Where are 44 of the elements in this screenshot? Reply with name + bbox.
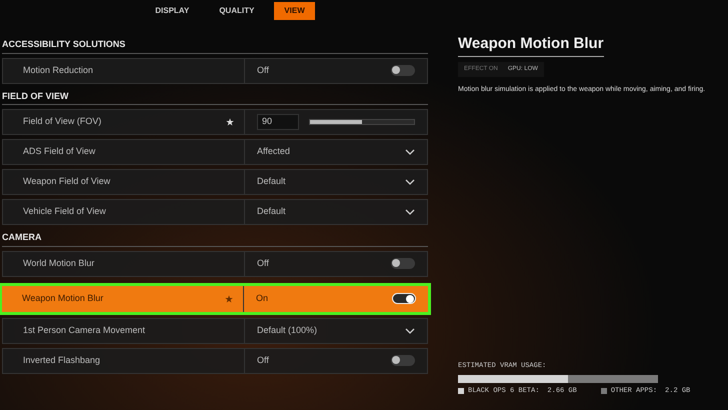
setting-row[interactable]: Weapon Motion Blur On	[2, 286, 428, 312]
slider-fill[interactable]	[310, 120, 362, 124]
tab[interactable]: VIEW	[274, 2, 315, 20]
value-field[interactable]: 90	[257, 114, 299, 130]
setting-value: On	[256, 292, 268, 305]
slider-track[interactable]	[309, 119, 415, 125]
setting-label: World Motion Blur	[23, 256, 94, 270]
setting-label: Vehicle Field of View	[23, 205, 106, 218]
setting-row[interactable]: Inverted Flashbang Off	[2, 348, 428, 374]
setting-value: Off	[257, 256, 269, 270]
setting-row[interactable]: Vehicle Field of View Default	[2, 199, 428, 225]
chevron-down-icon	[405, 149, 415, 155]
toggle-switch[interactable]	[391, 355, 415, 366]
setting-row[interactable]: 1st Person Camera Movement Default (100%)	[2, 318, 428, 344]
tab[interactable]: DISPLAY	[145, 2, 200, 20]
section-heading: FIELD OF VIEW	[2, 90, 428, 105]
setting-value: Affected	[257, 145, 290, 158]
setting-row[interactable]: ADS Field of View Affected	[2, 139, 428, 165]
setting-value: Default (100%)	[257, 324, 318, 337]
chevron-down-icon	[405, 328, 415, 334]
setting-row[interactable]: Motion Reduction Off	[2, 58, 428, 84]
chevron-down-icon	[405, 179, 415, 185]
setting-row[interactable]: World Motion Blur Off	[2, 250, 428, 276]
setting-value: Default	[257, 205, 286, 218]
setting-row[interactable]: Weapon Field of View Default	[2, 169, 428, 195]
setting-label: Weapon Motion Blur	[22, 292, 104, 305]
setting-value: Off	[257, 64, 269, 77]
section-heading: ACCESSIBILITY SOLUTIONS	[2, 38, 428, 54]
setting-label: Inverted Flashbang	[23, 354, 100, 367]
toggle-switch[interactable]	[391, 65, 415, 76]
setting-label: 1st Person Camera Movement	[23, 324, 146, 337]
setting-label: Motion Reduction	[23, 64, 94, 77]
detail-title: Weapon Motion Blur	[458, 33, 604, 56]
tab[interactable]: QUALITY	[209, 2, 264, 20]
setting-label: Weapon Field of View	[23, 175, 110, 188]
toggle-switch[interactable]	[392, 293, 416, 304]
setting-value: Off	[257, 354, 269, 367]
setting-value: Default	[257, 175, 286, 188]
toggle-switch[interactable]	[391, 258, 415, 269]
setting-label: Field of View (FOV)	[23, 115, 102, 128]
setting-row[interactable]: Field of View (FOV) 90	[2, 109, 428, 135]
section-heading: CAMERA	[2, 231, 428, 246]
chevron-down-icon	[405, 209, 415, 215]
setting-label: ADS Field of View	[23, 145, 96, 158]
